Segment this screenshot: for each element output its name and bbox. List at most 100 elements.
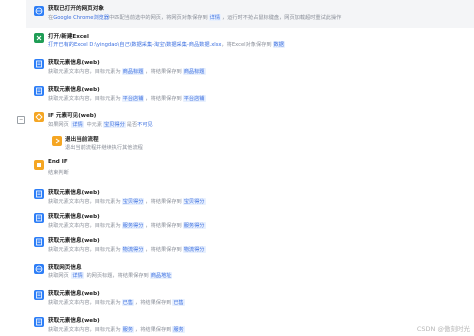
variable-chip[interactable]: 详情 (208, 14, 222, 21)
element-info-icon (34, 189, 44, 199)
step-description: 获取元素文本内容，目标元素为 已售 ，将结果保存到 已售 (48, 299, 186, 306)
element-info-icon (34, 213, 44, 223)
step-title: End IF (48, 159, 68, 165)
step-description: 获取元素文本内容，目标元素为 服务得分 ，将结果保存到 服务得分 (48, 222, 207, 229)
flow-step[interactable]: 获取已打开的网页对象在Google Chrome浏览器中匹配当前选中的网页，将网… (26, 0, 474, 28)
element-info-icon (34, 317, 44, 327)
flow-step[interactable]: End IF 结束判断 (26, 155, 474, 184)
description-text: 如果网页 (48, 122, 71, 128)
element-info-icon (34, 86, 44, 96)
step-description: 结束判断 (48, 169, 69, 176)
step-title: 获取元素信息(web) (48, 291, 100, 297)
step-description: 获取元素文本内容，目标元素为 服务 ，将结果保存到 服务 (48, 326, 186, 333)
variable-chip[interactable]: 商品地址 (149, 272, 173, 279)
variable-chip[interactable]: 详情 (71, 121, 84, 128)
flow-step[interactable]: 获取元素信息(web) 获取元素文本内容，目标元素为 商品标题 ，将结果保存到 商品标题 (26, 54, 474, 81)
step-description: 获取元素文本内容，目标元素为 物流得分 ，将结果保存到 物流得分 (48, 246, 207, 253)
highlight-text: 不可见 (137, 122, 153, 128)
description-text: ，将结果保存到 (145, 199, 182, 205)
gutter: − (0, 0, 26, 336)
step-description: 获取元素文本内容，目标元素为 平台店铺 ，将结果保存到 平台店铺 (48, 95, 207, 102)
variable-chip[interactable]: 已售 (172, 299, 185, 306)
description-text: 是否 (126, 122, 138, 128)
flow-step[interactable]: 退出当前流程退出当前流程并继续执行其他流程 (26, 133, 474, 155)
description-text: 退出当前流程并继续执行其他流程 (65, 145, 143, 151)
highlight-text: 打开已有的Excel D:\yingdao\自己\数据采集-淘宝\数据采集-商品… (48, 42, 222, 48)
flow-step[interactable]: 获取元素信息(web) 获取元素文本内容，目标元素为 服务 ，将结果保存到 服务 (26, 312, 474, 336)
flow-step[interactable]: 获取元素信息(web) 获取元素文本内容，目标元素为 平台店铺 ，将结果保存到 平台店铺 (26, 81, 474, 107)
description-text: 获取网页 (48, 273, 71, 279)
variable-chip[interactable]: 商品标题 (182, 68, 206, 75)
step-title: 获取网页信息 (48, 265, 82, 271)
description-text: ，运行时不抢占鼠标键盘，网页加载超时重试此操作 (222, 15, 342, 21)
description-text: ，将Excel对象保存到 (221, 42, 272, 48)
flow-step[interactable]: 打开/新建Excel 打开已有的Excel D:\yingdao\自己\数据采集-… (26, 28, 474, 54)
description-text: 结束判断 (48, 170, 69, 176)
element-info-icon (34, 237, 44, 247)
variable-chip[interactable]: 物流得分 (182, 246, 206, 253)
description-text: 获取元素文本内容，目标元素为 (48, 247, 121, 253)
variable-chip[interactable]: 数据 (272, 41, 285, 48)
flow-step[interactable]: 获取元素信息(web) 获取元素文本内容，目标元素为 宝贝得分 ，将结果保存到 宝贝得分 (26, 184, 474, 208)
step-description: 如果网页 详情 中元素 宝贝得分 是否不可见 (48, 121, 153, 128)
variable-chip[interactable]: 平台店铺 (182, 95, 206, 102)
flow-step[interactable]: IF 元素可见(web) 如果网页 详情 中元素 宝贝得分 是否不可见 (26, 107, 474, 133)
variable-chip[interactable]: 服务 (172, 326, 185, 333)
if-condition-icon (34, 112, 44, 122)
end-if-icon (34, 160, 44, 170)
description-text: 获取元素文本内容，目标元素为 (48, 69, 121, 75)
description-text: 获取元素文本内容，目标元素为 (48, 300, 121, 306)
description-text: ，将结果保存到 (145, 223, 182, 229)
description-text: 获取元素文本内容，目标元素为 (48, 223, 121, 229)
variable-chip[interactable]: 服务 (121, 326, 135, 333)
web-page-icon (34, 6, 44, 16)
step-title: 获取元素信息(web) (48, 214, 100, 220)
flow-step[interactable]: 获取元素信息(web) 获取元素文本内容，目标元素为 已售 ，将结果保存到 已售 (26, 285, 474, 309)
description-text: ，将结果保存到 (135, 300, 172, 306)
variable-chip[interactable]: 宝贝得分 (182, 198, 206, 205)
step-description: 打开已有的Excel D:\yingdao\自己\数据采集-淘宝\数据采集-商品… (48, 41, 286, 48)
flow-step[interactable]: 获取网页信息 获取网页 详情 的网页标题，将结果保存到 商品地址 (26, 259, 474, 283)
flow-step[interactable]: 获取元素信息(web) 获取元素文本内容，目标元素为 物流得分 ，将结果保存到 物流得分 (26, 232, 474, 256)
step-title: 获取元素信息(web) (48, 87, 100, 93)
step-title: IF 元素可见(web) (48, 113, 97, 119)
web-page-icon (34, 264, 44, 274)
element-info-icon (34, 290, 44, 300)
step-title: 退出当前流程 (65, 137, 99, 143)
highlight-text: Google Chrome浏览器 (53, 15, 110, 21)
variable-chip[interactable]: 宝贝得分 (103, 121, 126, 128)
step-title: 获取元素信息(web) (48, 190, 100, 196)
description-text: ，将结果保存到 (145, 96, 182, 102)
variable-chip[interactable]: 平台店铺 (121, 95, 145, 102)
variable-chip[interactable]: 商品标题 (121, 68, 145, 75)
flow-step[interactable]: 获取元素信息(web) 获取元素文本内容，目标元素为 服务得分 ，将结果保存到 服务得分 (26, 208, 474, 232)
step-description: 获取网页 详情 的网页标题，将结果保存到 商品地址 (48, 272, 173, 279)
description-text: 中元素 (84, 122, 103, 128)
variable-chip[interactable]: 详情 (71, 272, 84, 279)
variable-chip[interactable]: 宝贝得分 (121, 198, 145, 205)
element-info-icon (34, 59, 44, 69)
description-text: 获取元素文本内容，目标元素为 (48, 96, 121, 102)
description-text: 获取元素文本内容，目标元素为 (48, 199, 121, 205)
step-description: 获取元素文本内容，目标元素为 商品标题 ，将结果保存到 商品标题 (48, 68, 207, 75)
excel-icon (34, 33, 44, 43)
exit-flow-icon (52, 136, 62, 146)
step-description: 在Google Chrome浏览器中匹配当前选中的网页，将网页对象保存到 详情 ，运… (48, 14, 341, 21)
variable-chip[interactable]: 服务得分 (182, 222, 206, 229)
step-title: 打开/新建Excel (48, 34, 89, 40)
variable-chip[interactable]: 已售 (121, 299, 135, 306)
description-text: 中匹配当前选中的网页，将网页对象保存到 (109, 15, 208, 21)
description-text: 的网页标题，将结果保存到 (84, 273, 149, 279)
step-title: 获取元素信息(web) (48, 60, 100, 66)
step-title: 获取已打开的网页对象 (48, 6, 104, 12)
variable-chip[interactable]: 物流得分 (121, 246, 145, 253)
step-title: 获取元素信息(web) (48, 238, 100, 244)
collapse-toggle[interactable]: − (17, 116, 25, 124)
variable-chip[interactable]: 服务得分 (121, 222, 145, 229)
description-text: ，将结果保存到 (135, 327, 172, 333)
step-description: 获取元素文本内容，目标元素为 宝贝得分 ，将结果保存到 宝贝得分 (48, 198, 207, 205)
step-description: 退出当前流程并继续执行其他流程 (65, 144, 143, 151)
watermark: CSDN @傲刻时光 (416, 325, 470, 333)
description-text: 获取元素文本内容，目标元素为 (48, 327, 121, 333)
description-text: ，将结果保存到 (145, 69, 182, 75)
